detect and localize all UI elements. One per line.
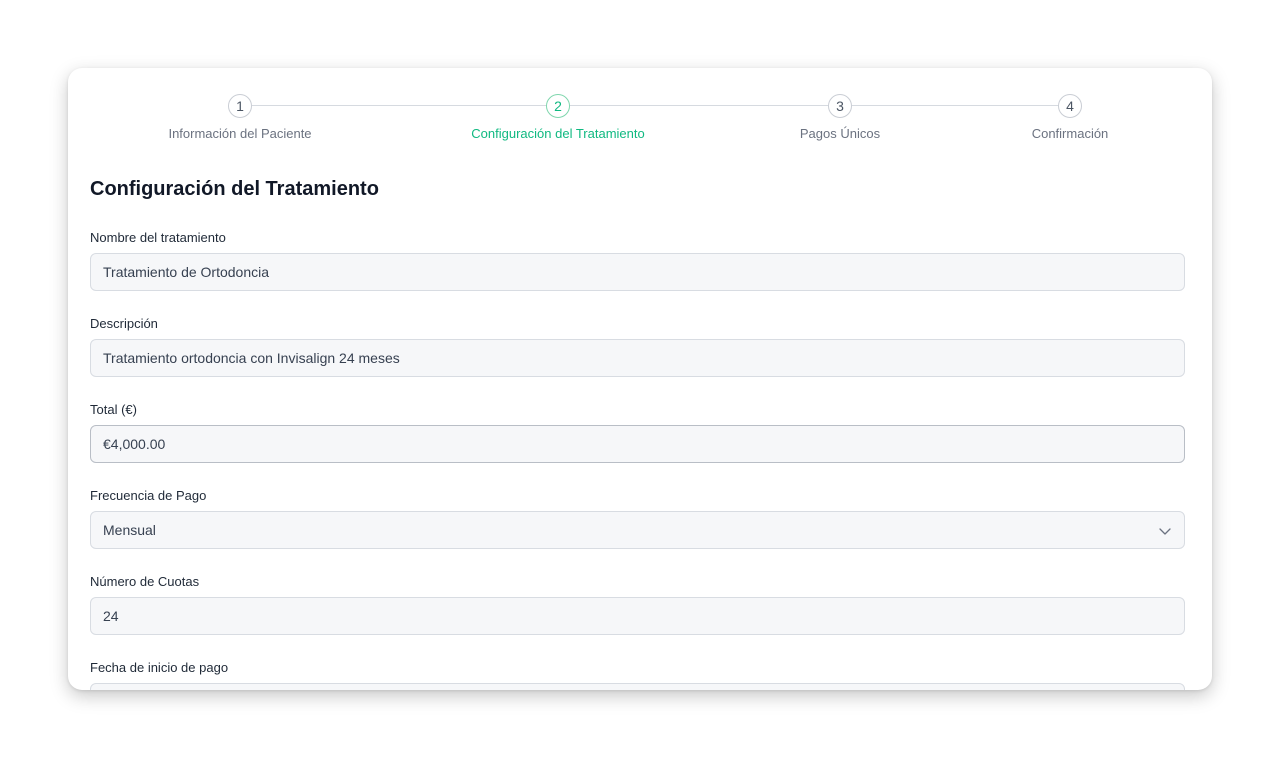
- installments-input[interactable]: 24: [90, 597, 1185, 635]
- step-one-time-payments[interactable]: 3 Pagos Únicos: [720, 94, 960, 141]
- step-patient-info[interactable]: 1 Información del Paciente: [120, 94, 360, 141]
- step-label: Pagos Únicos: [799, 126, 881, 141]
- treatment-name-label: Nombre del tratamiento: [90, 230, 226, 245]
- step-confirmation[interactable]: 4 Confirmación: [950, 94, 1190, 141]
- page-title: Configuración del Tratamiento: [90, 178, 379, 200]
- installments-label: Número de Cuotas: [90, 574, 200, 589]
- step-number: 2: [546, 94, 570, 118]
- step-treatment-config[interactable]: 2 Configuración del Tratamiento: [438, 94, 678, 141]
- stepper: 1 Información del Paciente 2 Configuraci…: [68, 94, 1212, 154]
- payment-frequency-label: Frecuencia de Pago: [90, 488, 207, 503]
- start-date-input[interactable]: [90, 683, 1185, 690]
- start-date-label: Fecha de inicio de pago: [90, 660, 229, 675]
- description-input[interactable]: Tratamiento ortodoncia con Invisalign 24…: [90, 339, 1185, 377]
- total-input[interactable]: €4,000.00: [90, 425, 1185, 463]
- step-label: Confirmación: [1031, 126, 1109, 141]
- description-label: Descripción: [90, 316, 158, 331]
- total-label: Total (€): [90, 402, 137, 417]
- chevron-down-icon: [1159, 528, 1171, 535]
- step-number: 3: [828, 94, 852, 118]
- treatment-name-input[interactable]: Tratamiento de Ortodoncia: [90, 253, 1185, 291]
- step-label: Información del Paciente: [168, 126, 312, 141]
- treatment-setup-card: 1 Información del Paciente 2 Configuraci…: [68, 68, 1212, 690]
- payment-frequency-value: Mensual: [103, 522, 156, 538]
- step-number: 1: [228, 94, 252, 118]
- step-label: Configuración del Tratamiento: [471, 126, 645, 141]
- payment-frequency-select[interactable]: Mensual: [90, 511, 1185, 549]
- step-number: 4: [1058, 94, 1082, 118]
